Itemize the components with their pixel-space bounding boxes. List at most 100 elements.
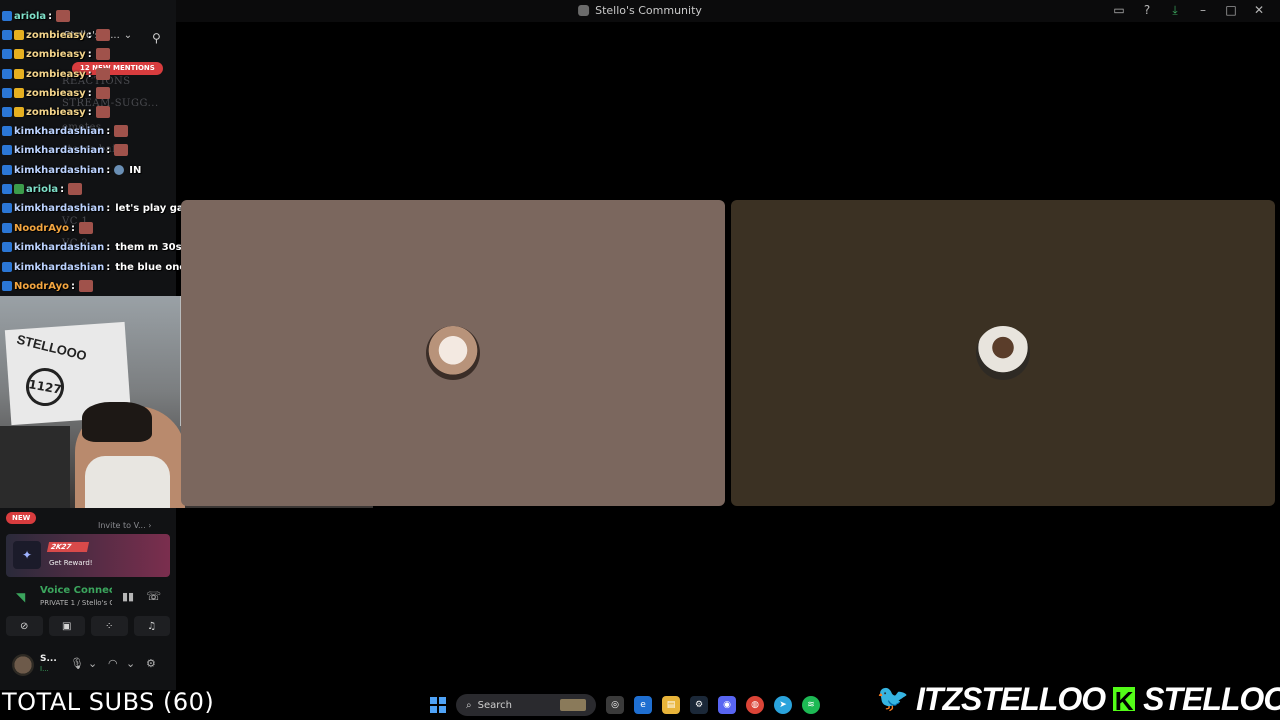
chat-message: kimkhardashian : IN	[2, 161, 141, 179]
webcam-hair	[82, 402, 152, 442]
windows-taskbar: ⌕ Search ◎ e ▤ ⚙ ◉ ◍ ➤ ≋	[430, 692, 820, 718]
chrome-app-icon[interactable]: ◍	[746, 696, 764, 714]
voice-tile-left[interactable]	[181, 200, 725, 506]
window-title-text: Stello's Community	[595, 4, 702, 17]
chat-badge-icon	[2, 203, 12, 213]
chat-badge-icon	[2, 184, 12, 194]
chevron-down-icon[interactable]: ⌄	[88, 657, 97, 670]
reward-card[interactable]: ✦ 2K27 Get Reward!	[6, 534, 170, 577]
add-member-icon[interactable]: ⚲	[152, 31, 161, 45]
chat-message: zombieasy :	[2, 84, 110, 102]
chat-username[interactable]: ariola	[26, 184, 58, 195]
chat-emote-icon	[68, 183, 83, 195]
chat-emote-icon	[78, 222, 93, 234]
chat-username[interactable]: kimkhardashian	[14, 165, 104, 176]
activities-button[interactable]: ⁘	[91, 616, 128, 636]
chat-message: kimkhardashian :	[2, 141, 129, 159]
chatgpt-app-icon[interactable]: ◎	[606, 696, 624, 714]
chat-username[interactable]: kimkhardashian	[14, 203, 104, 214]
soundboard-icon: ♫	[147, 620, 157, 632]
chat-badge-icon	[2, 223, 12, 233]
chat-separator: :	[87, 68, 92, 80]
chat-badge-icon	[2, 11, 12, 21]
windows-start-icon[interactable]	[430, 697, 446, 713]
get-reward-button[interactable]: Get Reward!	[49, 559, 93, 567]
chat-message: kimkhardashian : the blue ones	[2, 258, 192, 276]
kick-logo-icon: K	[1111, 685, 1138, 715]
noise-suppression-icon[interactable]: ▮▮	[122, 590, 134, 603]
discord-app-icon[interactable]: ◉	[718, 696, 736, 714]
telegram-app-icon[interactable]: ➤	[774, 696, 792, 714]
camera-off-button[interactable]: ⊘	[6, 616, 43, 636]
search-label: Search	[477, 699, 512, 711]
chat-username[interactable]: zombieasy	[26, 107, 86, 118]
chat-username[interactable]: kimkhardashian	[14, 262, 104, 273]
settings-gear-icon[interactable]: ⚙	[146, 657, 156, 670]
chat-badge-icon	[2, 49, 12, 59]
chat-username[interactable]: kimkhardashian	[14, 145, 104, 156]
soundboard-button[interactable]: ♫	[133, 616, 170, 636]
kick-handle: STELLOOO	[1143, 680, 1280, 717]
user-substatus: I...	[40, 665, 49, 673]
maximize-icon[interactable]: □	[1224, 3, 1238, 17]
total-subs-overlay: TOTAL SUBS (60)	[2, 688, 215, 716]
headphones-icon[interactable]: ◠	[108, 657, 118, 670]
screen-share-icon: ▣	[62, 620, 72, 632]
chat-message: zombieasy :	[2, 26, 110, 44]
chat-username[interactable]: zombieasy	[26, 88, 86, 99]
voice-tile-right[interactable]	[731, 200, 1275, 506]
activities-icon: ⁘	[105, 620, 114, 632]
chat-emote-icon	[95, 68, 110, 80]
webcam-chair	[0, 426, 70, 508]
voice-channel-label[interactable]: PRIVATE 1 / Stello's Community	[40, 599, 112, 607]
disconnect-icon[interactable]: ☏	[146, 589, 161, 603]
window-titlebar: Stello's Community ▭ ? ⤓ – □ ✕	[0, 0, 1280, 22]
share-screen-button[interactable]: ▣	[48, 616, 85, 636]
participant-avatar	[426, 326, 480, 380]
microphone-icon[interactable]: 🎙	[70, 657, 84, 670]
chat-username[interactable]: zombieasy	[26, 30, 86, 41]
close-icon[interactable]: ✕	[1252, 3, 1266, 17]
taskbar-search[interactable]: ⌕ Search	[456, 694, 596, 716]
chat-separator: :	[106, 125, 111, 137]
chat-username[interactable]: ariola	[14, 11, 46, 22]
chat-message: kimkhardashian : them m 30s	[2, 238, 182, 256]
chat-username[interactable]: kimkhardashian	[14, 126, 104, 137]
chat-emote-icon	[95, 87, 110, 99]
chevron-down-icon: ⌄	[123, 30, 133, 41]
invite-to-voice-link[interactable]: Invite to V... ›	[98, 521, 151, 530]
chat-badge-icon	[14, 49, 24, 59]
chat-message: kimkhardashian : let's play game	[2, 199, 201, 217]
chat-username[interactable]: zombieasy	[26, 69, 86, 80]
avatar[interactable]	[12, 654, 34, 676]
signal-icon[interactable]: ◥	[16, 590, 25, 604]
chat-badge-icon	[2, 165, 12, 175]
inbox-icon[interactable]: ▭	[1112, 3, 1126, 17]
chat-badge-icon	[2, 281, 12, 291]
spotify-app-icon[interactable]: ≋	[802, 696, 820, 714]
search-highlight-image	[560, 699, 586, 711]
minimize-icon[interactable]: –	[1196, 3, 1210, 17]
chat-separator: :	[106, 144, 111, 156]
chat-badge-icon	[2, 69, 12, 79]
edge-app-icon[interactable]: e	[634, 696, 652, 714]
chevron-right-icon: ›	[148, 521, 152, 530]
chat-badge-icon	[14, 88, 24, 98]
steam-app-icon[interactable]: ⚙	[690, 696, 708, 714]
chat-username[interactable]: zombieasy	[26, 49, 86, 60]
reward-game-tag: 2K27	[46, 542, 90, 552]
file-explorer-icon[interactable]: ▤	[662, 696, 680, 714]
twitter-handle: ITZSTELLOO	[916, 680, 1106, 717]
chat-badge-icon	[14, 107, 24, 117]
chat-emote-icon	[95, 106, 110, 118]
chat-username[interactable]: NoodrAyo	[14, 223, 69, 234]
chat-separator: :	[70, 222, 75, 234]
chat-username[interactable]: kimkhardashian	[14, 242, 104, 253]
chat-separator: :	[87, 87, 92, 99]
chat-separator: :	[106, 202, 111, 214]
voice-controls: ⊘ ▣ ⁘ ♫	[6, 616, 170, 636]
help-icon[interactable]: ?	[1140, 3, 1154, 17]
download-icon[interactable]: ⤓	[1168, 3, 1182, 17]
chat-username[interactable]: NoodrAyo	[14, 281, 69, 292]
chevron-down-icon[interactable]: ⌄	[126, 657, 135, 670]
